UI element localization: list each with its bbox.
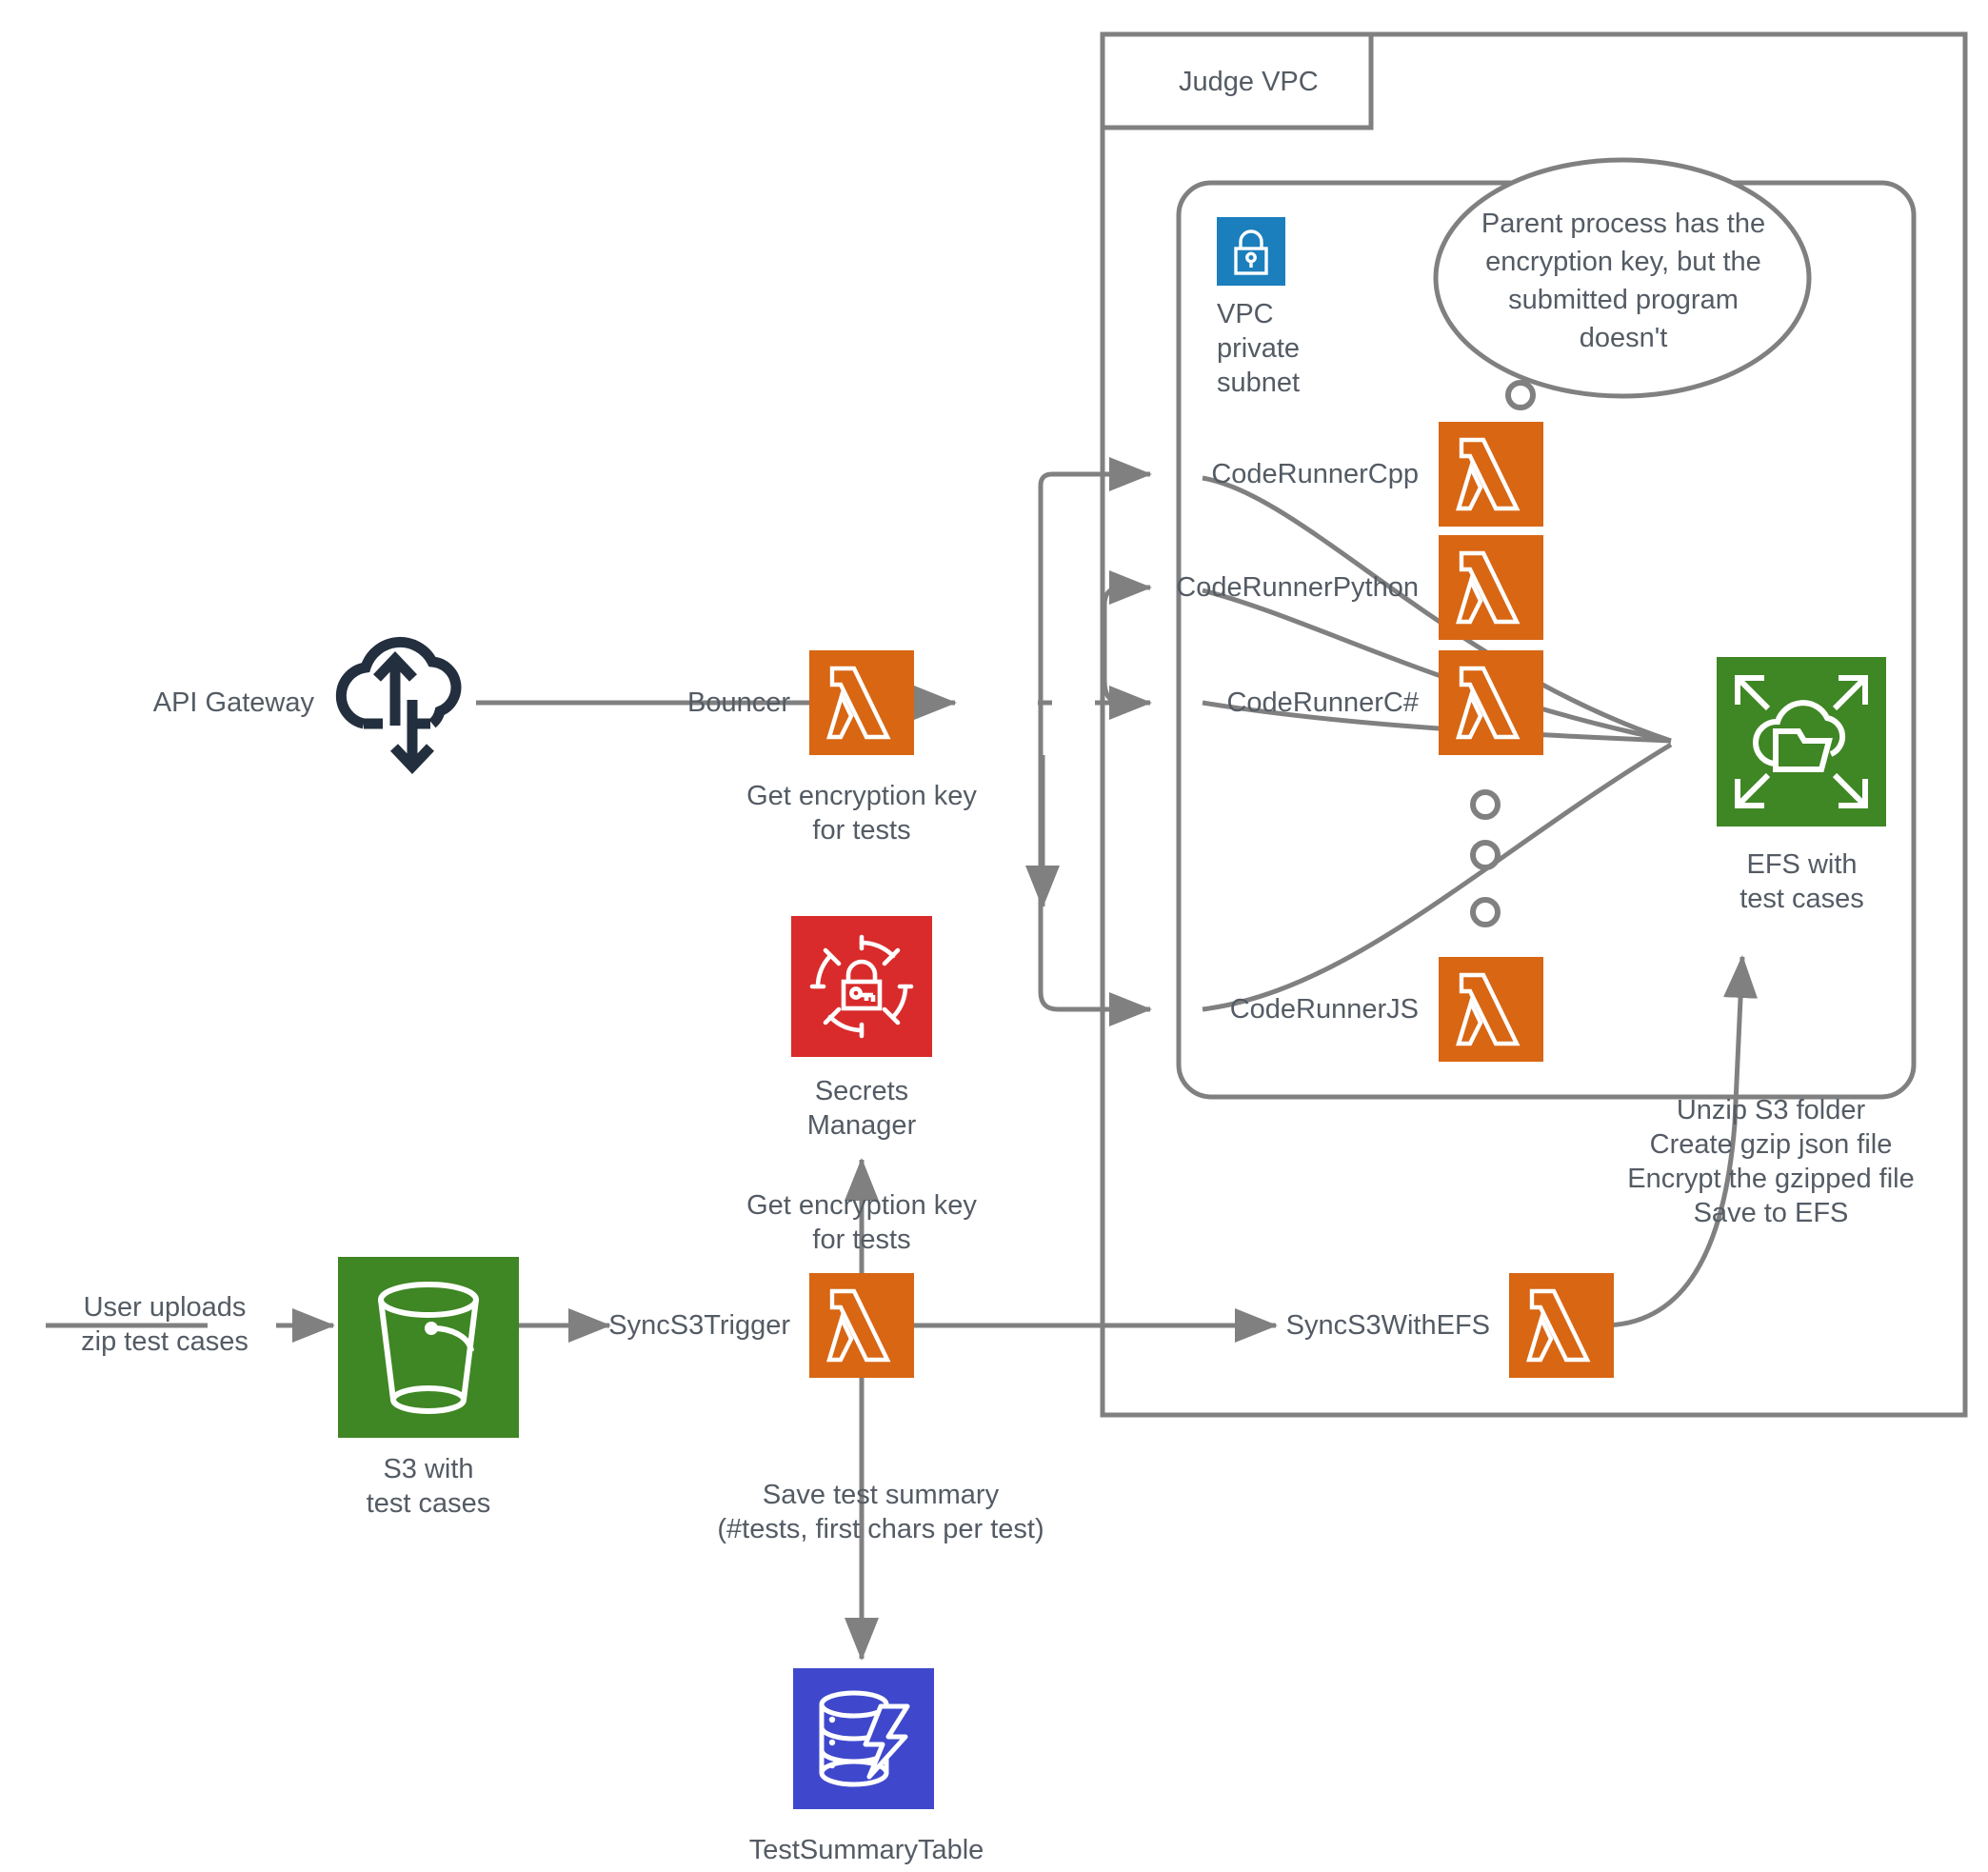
- code-runner-python-label: CodeRunnerPython: [1176, 572, 1419, 603]
- code-runner-js-label: CodeRunnerJS: [1229, 994, 1419, 1025]
- sync-efs-steps-edge-label: Unzip S3 folder Create gzip json file En…: [1627, 1095, 1915, 1228]
- efs-icon: [1717, 657, 1886, 826]
- code-runner-python-lambda-icon: [1439, 535, 1543, 640]
- sync-s3-with-efs-label: SyncS3WithEFS: [1285, 1310, 1490, 1341]
- save-test-summary-edge-label: Save test summary (#tests, first chars p…: [717, 1480, 1044, 1544]
- architecture-diagram: Judge VPC VPC private subnet Parent proc…: [0, 0, 1988, 1872]
- sync-s3-with-efs-lambda-icon: [1509, 1273, 1614, 1378]
- code-runner-csharp-label: CodeRunnerC#: [1226, 687, 1419, 718]
- secrets-manager-label: Secrets Manager: [806, 1076, 917, 1141]
- code-runner-cpp-label: CodeRunnerCpp: [1211, 459, 1419, 489]
- s3-bucket-icon: [338, 1257, 519, 1438]
- trigger-to-secrets-edge-label: Get encryption key for tests: [746, 1190, 977, 1255]
- encryption-key-callout-text: Parent process has the encryption key, b…: [1481, 209, 1766, 353]
- s3-test-cases-label: S3 with test cases: [366, 1454, 491, 1519]
- user-uploads-edge-label: User uploads zip test cases: [81, 1292, 248, 1357]
- code-runner-cpp-lambda-icon: [1439, 422, 1543, 527]
- sync-s3-trigger-lambda-icon: [809, 1273, 914, 1378]
- bouncer-label: Bouncer: [686, 687, 790, 718]
- vpc-private-subnet-icon: [1217, 217, 1285, 286]
- secrets-manager-icon: [791, 916, 932, 1057]
- dynamodb-icon: [793, 1668, 934, 1809]
- test-summary-table-label: TestSummaryTable: [748, 1835, 984, 1865]
- bouncer-lambda-icon: [809, 650, 914, 755]
- code-runner-js-lambda-icon: [1439, 957, 1543, 1062]
- code-runner-csharp-lambda-icon: [1439, 650, 1543, 755]
- sync-s3-trigger-label: SyncS3Trigger: [608, 1310, 790, 1341]
- api-gateway-label: API Gateway: [152, 687, 314, 718]
- judge-vpc-label: Judge VPC: [1179, 67, 1319, 97]
- efs-test-cases-label: EFS with test cases: [1740, 849, 1864, 914]
- bouncer-to-secrets-edge-label: Get encryption key for tests: [746, 781, 977, 846]
- api-gateway-icon: [324, 609, 476, 790]
- vpc-private-subnet-label: VPC private subnet: [1217, 299, 1301, 398]
